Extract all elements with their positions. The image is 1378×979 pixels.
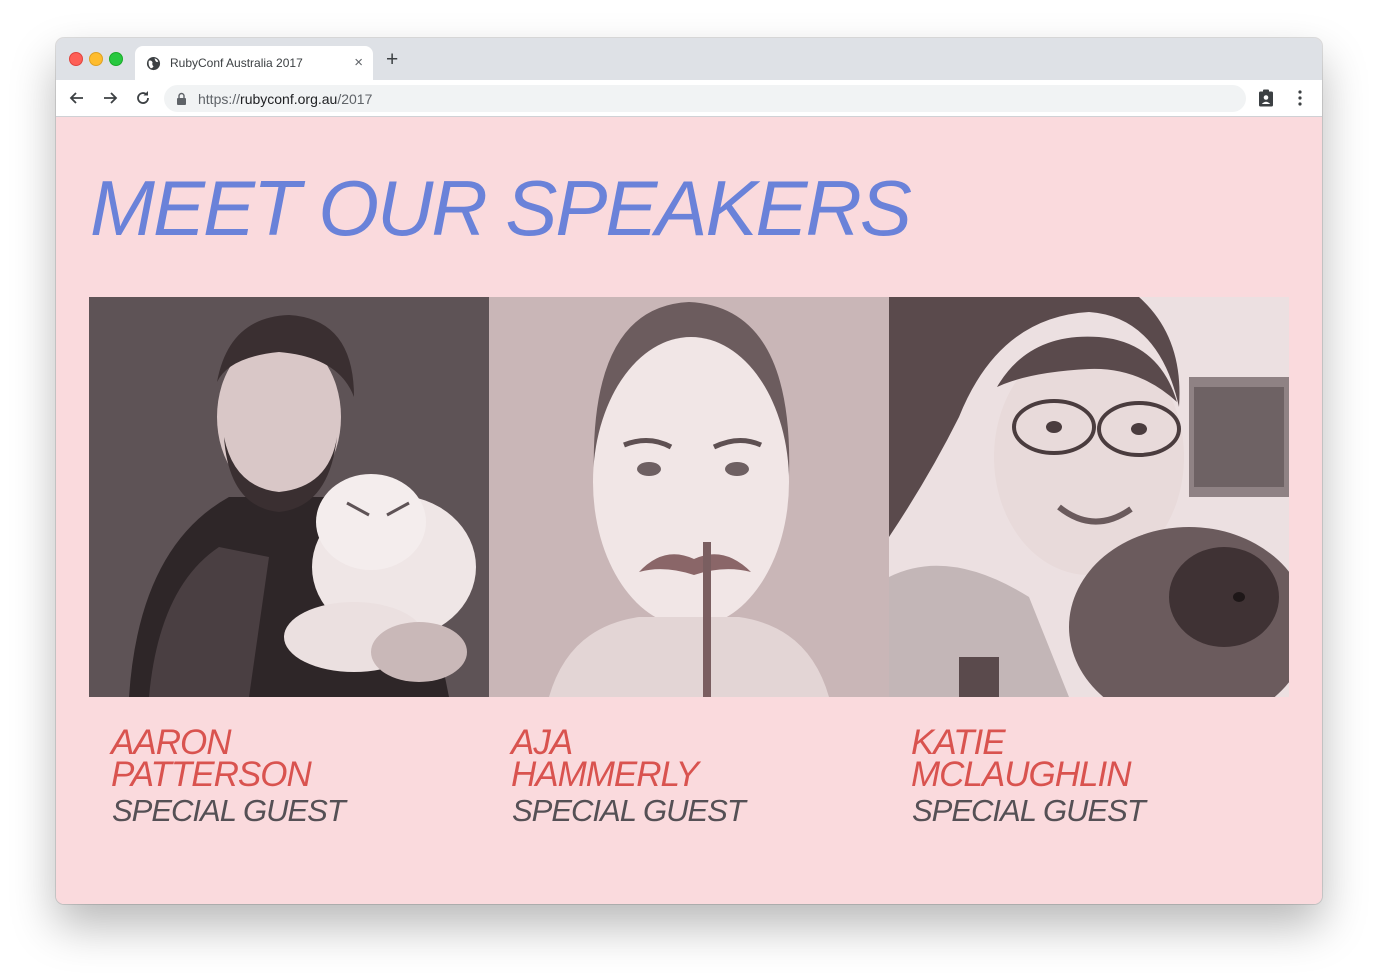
close-window-button[interactable] [69,52,83,66]
lock-icon [177,92,186,105]
speaker-last-name: MCLAUGHLIN [911,755,1131,794]
close-tab-icon[interactable]: × [354,55,363,71]
browser-toolbar: https://rubyconf.org.au/2017 [56,80,1322,117]
speaker-name[interactable]: AJA HAMMERLY [511,725,871,794]
minimize-window-button[interactable] [89,52,103,66]
speaker-photo[interactable] [889,297,1289,697]
speaker-role: SPECIAL GUEST [512,793,746,828]
url-scheme: https:// [198,91,241,107]
globe-icon [146,56,161,71]
speaker-last-name: HAMMERLY [511,755,699,794]
browser-window: RubyConf Australia 2017 × + https://ruby… [56,38,1322,904]
page-content: MEET OUR SPEAKERS AARON PATTERSON SPECIA… [56,117,1322,904]
maximize-window-button[interactable] [109,52,123,66]
speaker-last-name: PATTERSON [111,755,312,794]
speaker-card[interactable]: AARON PATTERSON SPECIAL GUEST [89,297,489,847]
speakers-grid: AARON PATTERSON SPECIAL GUEST AJA HAMMER… [89,297,1289,828]
reload-icon[interactable] [133,88,153,108]
clipboard-person-icon[interactable] [1257,89,1275,107]
speaker-card[interactable]: AJA HAMMERLY SPECIAL GUEST [489,297,889,847]
title-bar: RubyConf Australia 2017 × + [56,38,1322,80]
speaker-role: SPECIAL GUEST [112,793,346,828]
kebab-menu-icon[interactable] [1292,89,1308,107]
speaker-name[interactable]: AARON PATTERSON [111,725,471,794]
url-text: https://rubyconf.org.au/2017 [198,91,372,107]
page-title: MEET OUR SPEAKERS [90,164,912,252]
speaker-photo[interactable] [489,297,889,697]
url-host: rubyconf.org.au [240,91,338,107]
speaker-role: SPECIAL GUEST [912,793,1146,828]
speaker-photo[interactable] [89,297,489,697]
back-arrow-icon[interactable] [67,88,87,108]
browser-tab[interactable]: RubyConf Australia 2017 × [135,46,373,80]
forward-arrow-icon[interactable] [100,88,120,108]
speaker-name[interactable]: KATIE MCLAUGHLIN [911,725,1271,794]
tab-title: RubyConf Australia 2017 [170,56,303,70]
url-path: /2017 [337,91,373,107]
address-bar[interactable]: https://rubyconf.org.au/2017 [164,85,1246,112]
speaker-card[interactable]: KATIE MCLAUGHLIN SPECIAL GUEST [889,297,1289,847]
new-tab-button[interactable]: + [386,49,398,71]
